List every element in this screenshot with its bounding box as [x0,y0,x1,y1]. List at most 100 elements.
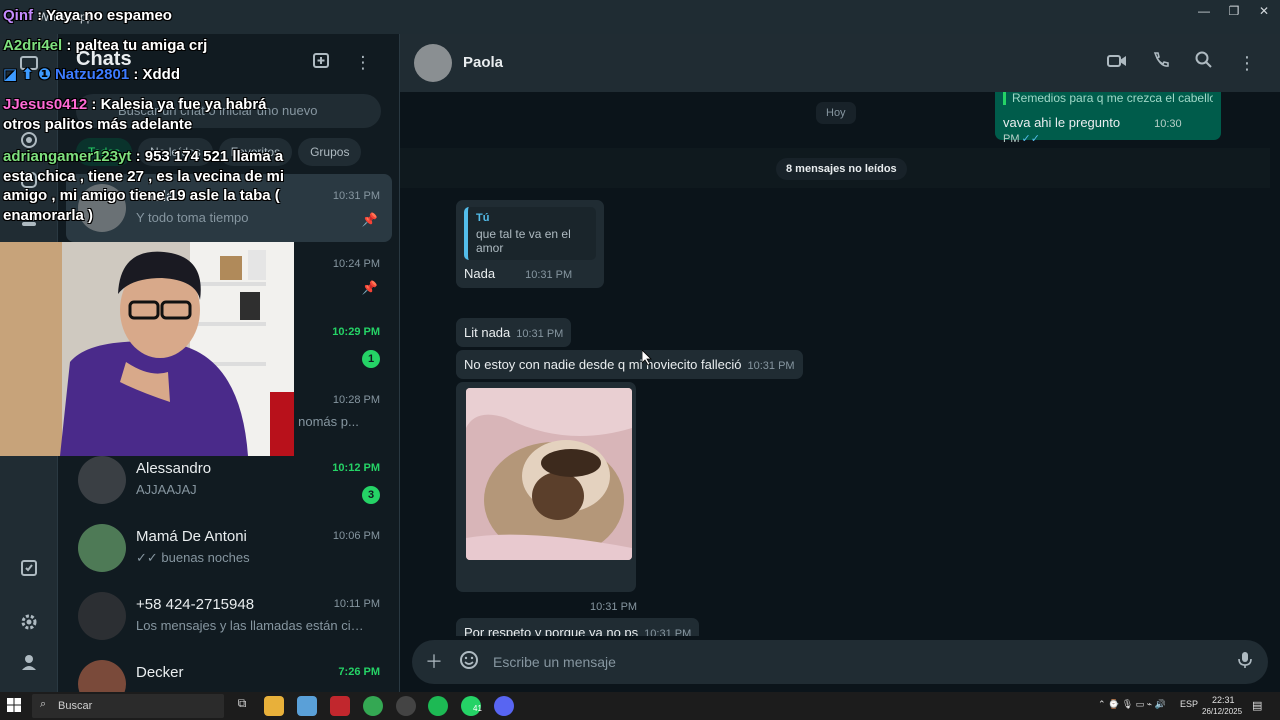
message-text: vava ahi le pregunto [1003,115,1121,130]
chat-username: Qinf [3,7,33,24]
quoted-text: Remedios para q me crezca el cabello [1003,92,1213,105]
unread-badge: 1 [362,350,380,368]
microphone-icon[interactable] [1233,650,1257,674]
new-chat-icon[interactable] [308,50,334,76]
search-icon: ⌕ [40,698,47,710]
video-call-icon[interactable] [1104,50,1130,76]
clock-time[interactable]: 22:31 [1212,695,1235,705]
chat-time: 10:11 PM [333,598,380,610]
emoji-sticker-icon[interactable] [457,650,481,674]
contact-name[interactable]: Paola [463,54,503,71]
chat-preview: ✓✓ buenas noches [136,550,250,565]
file-explorer-icon[interactable] [264,696,284,716]
stream-chat-line: JJesus0412 : Kalesia ya fue ya habrá otr… [3,95,293,134]
chat-name: Alessandro [136,460,212,477]
notification-icon[interactable]: ▤ [1252,699,1262,712]
avatar [78,524,126,572]
obs-icon[interactable] [396,696,416,716]
avatar [78,660,126,692]
contact-avatar[interactable] [414,44,452,82]
quoted-message[interactable]: Tú que tal te va en el amor [464,207,596,260]
voice-call-icon[interactable] [1148,50,1174,76]
app-icon[interactable] [330,696,350,716]
whatsapp-taskbar-icon[interactable]: 41 [461,696,482,716]
chat-time: 10:29 PM [332,326,380,338]
minimize-button[interactable]: — [1187,4,1221,18]
message-bubble-in[interactable]: No estoy con nadie desde q mi noviecito … [456,350,803,379]
task-view-icon[interactable]: ⧉ [232,696,252,716]
message-time: 10:31 PM [644,628,692,636]
message-time: 10:31 PM [747,360,795,372]
message-time: 10:31 PM [525,269,573,281]
language-indicator[interactable]: ESP [1180,699,1198,709]
message-image[interactable] [466,388,632,560]
avatar [78,456,126,504]
chat-preview: Los mensajes y las llamadas están cifr..… [136,618,366,633]
message-text: No estoy con nadie desde q mi noviecito … [464,357,742,372]
stream-chat-line: Qinf : Yaya no espameo [3,6,303,26]
webcam-overlay [0,242,294,456]
conversation-header[interactable]: Paola ⋮ [400,34,1280,92]
clock-date[interactable]: 26/12/2025 [1202,707,1242,716]
starred-icon[interactable] [17,558,41,582]
date-pill: Hoy [816,102,856,124]
discord-icon[interactable] [494,696,514,716]
chat-name: +58 424-2715948 [136,596,255,613]
windows-start-icon[interactable] [6,697,24,715]
chrome-icon[interactable] [363,696,383,716]
chat-time: 10:12 PM [332,462,380,474]
chat-username: adriangamer123yt [3,148,132,165]
message-bubble-in[interactable]: Lit nada 10:31 PM [456,318,572,347]
close-button[interactable]: ✕ [1247,4,1280,18]
unread-banner: 8 mensajes no leídos [776,158,907,180]
message-bubble-in[interactable]: Por respeto y porque ya no ps 10:31 PM [456,618,700,636]
maximize-button[interactable]: ❐ [1217,4,1251,18]
chat-item-decker[interactable]: Decker 7:26 PM [66,650,392,692]
notepad-icon[interactable] [297,696,317,716]
chat-text: : Xddd [133,66,180,83]
read-ticks-icon: ✓✓ [1021,133,1040,145]
stream-chat-line: adriangamer123yt : 953 174 521 llama a e… [3,147,303,225]
quote-author: Tú [476,212,490,224]
taskbar: ⌕ Buscar ⧉ 41 ⌃ ⌚ 🎙 ▭ ⌁ 🔊 ESP 22:31 26/1… [0,692,1280,720]
chat-preview: AJJAAJAJ [136,482,197,497]
attach-plus-icon[interactable]: ＋ [422,650,446,674]
message-bubble-in[interactable]: Tú que tal te va en el amor Nada 10:31 PM [456,200,604,288]
chat-name: Mamá De Antoni [136,528,247,545]
chat-username: Natzu2801 [54,66,130,83]
menu-icon[interactable]: ⋮ [350,50,376,76]
taskbar-search-label: Buscar [58,700,93,712]
profile-icon[interactable] [17,652,41,676]
chat-time: 10:06 PM [332,530,380,542]
message-list[interactable]: Remedios para q me crezca el cabello vav… [400,92,1270,636]
stream-chat-line: A2dri4el : paltea tu amiga crj [3,36,303,56]
conversation-menu-icon[interactable]: ⋮ [1234,50,1260,76]
chat-item-mama-de-antoni[interactable]: Mamá De Antoni ✓✓ buenas noches 10:06 PM [66,514,392,582]
message-input[interactable]: ＋ Escribe un mensaje [412,640,1268,684]
chat-time: 10:31 PM [332,190,380,202]
chat-time: 10:28 PM [332,394,380,406]
chat-text: : Yaya no espameo [37,7,172,24]
chat-item-phone[interactable]: +58 424-2715948 Los mensajes y las llama… [66,582,392,650]
chat-username: JJesus0412 [3,96,88,113]
spotify-icon[interactable] [428,696,448,716]
whatsapp-badge: 41 [473,704,482,713]
message-text: Nada [464,266,496,281]
message-bubble-out[interactable]: Remedios para q me crezca el cabello vav… [995,92,1221,145]
message-text: Por respeto y porque ya no ps [464,625,639,636]
image-time: 10:31 PM [590,601,638,613]
message-text: Lit nada [464,325,511,340]
taskbar-search-input[interactable]: ⌕ Buscar [32,694,224,718]
settings-icon[interactable] [17,612,41,636]
mouse-cursor-icon [642,350,652,366]
message-time: 10:31 PM [516,328,564,340]
search-icon[interactable] [1191,50,1217,76]
badge-icon: ◪ ⬆ ❶ [3,66,51,83]
tray-icons[interactable]: ⌃ ⌚ 🎙 ▭ ⌁ 🔊 [1098,699,1166,710]
chat-preview: s nomás p... [288,414,359,429]
composer-bar: ＋ Escribe un mensaje [400,636,1280,692]
stream-chat-line: ◪ ⬆ ❶ Natzu2801 : Xddd [3,65,303,85]
filter-groups[interactable]: Grupos [298,138,362,166]
chat-item-alessandro[interactable]: Alessandro AJJAAJAJ 10:12 PM 3 [66,446,392,514]
pin-icon: 📌 [361,212,378,227]
